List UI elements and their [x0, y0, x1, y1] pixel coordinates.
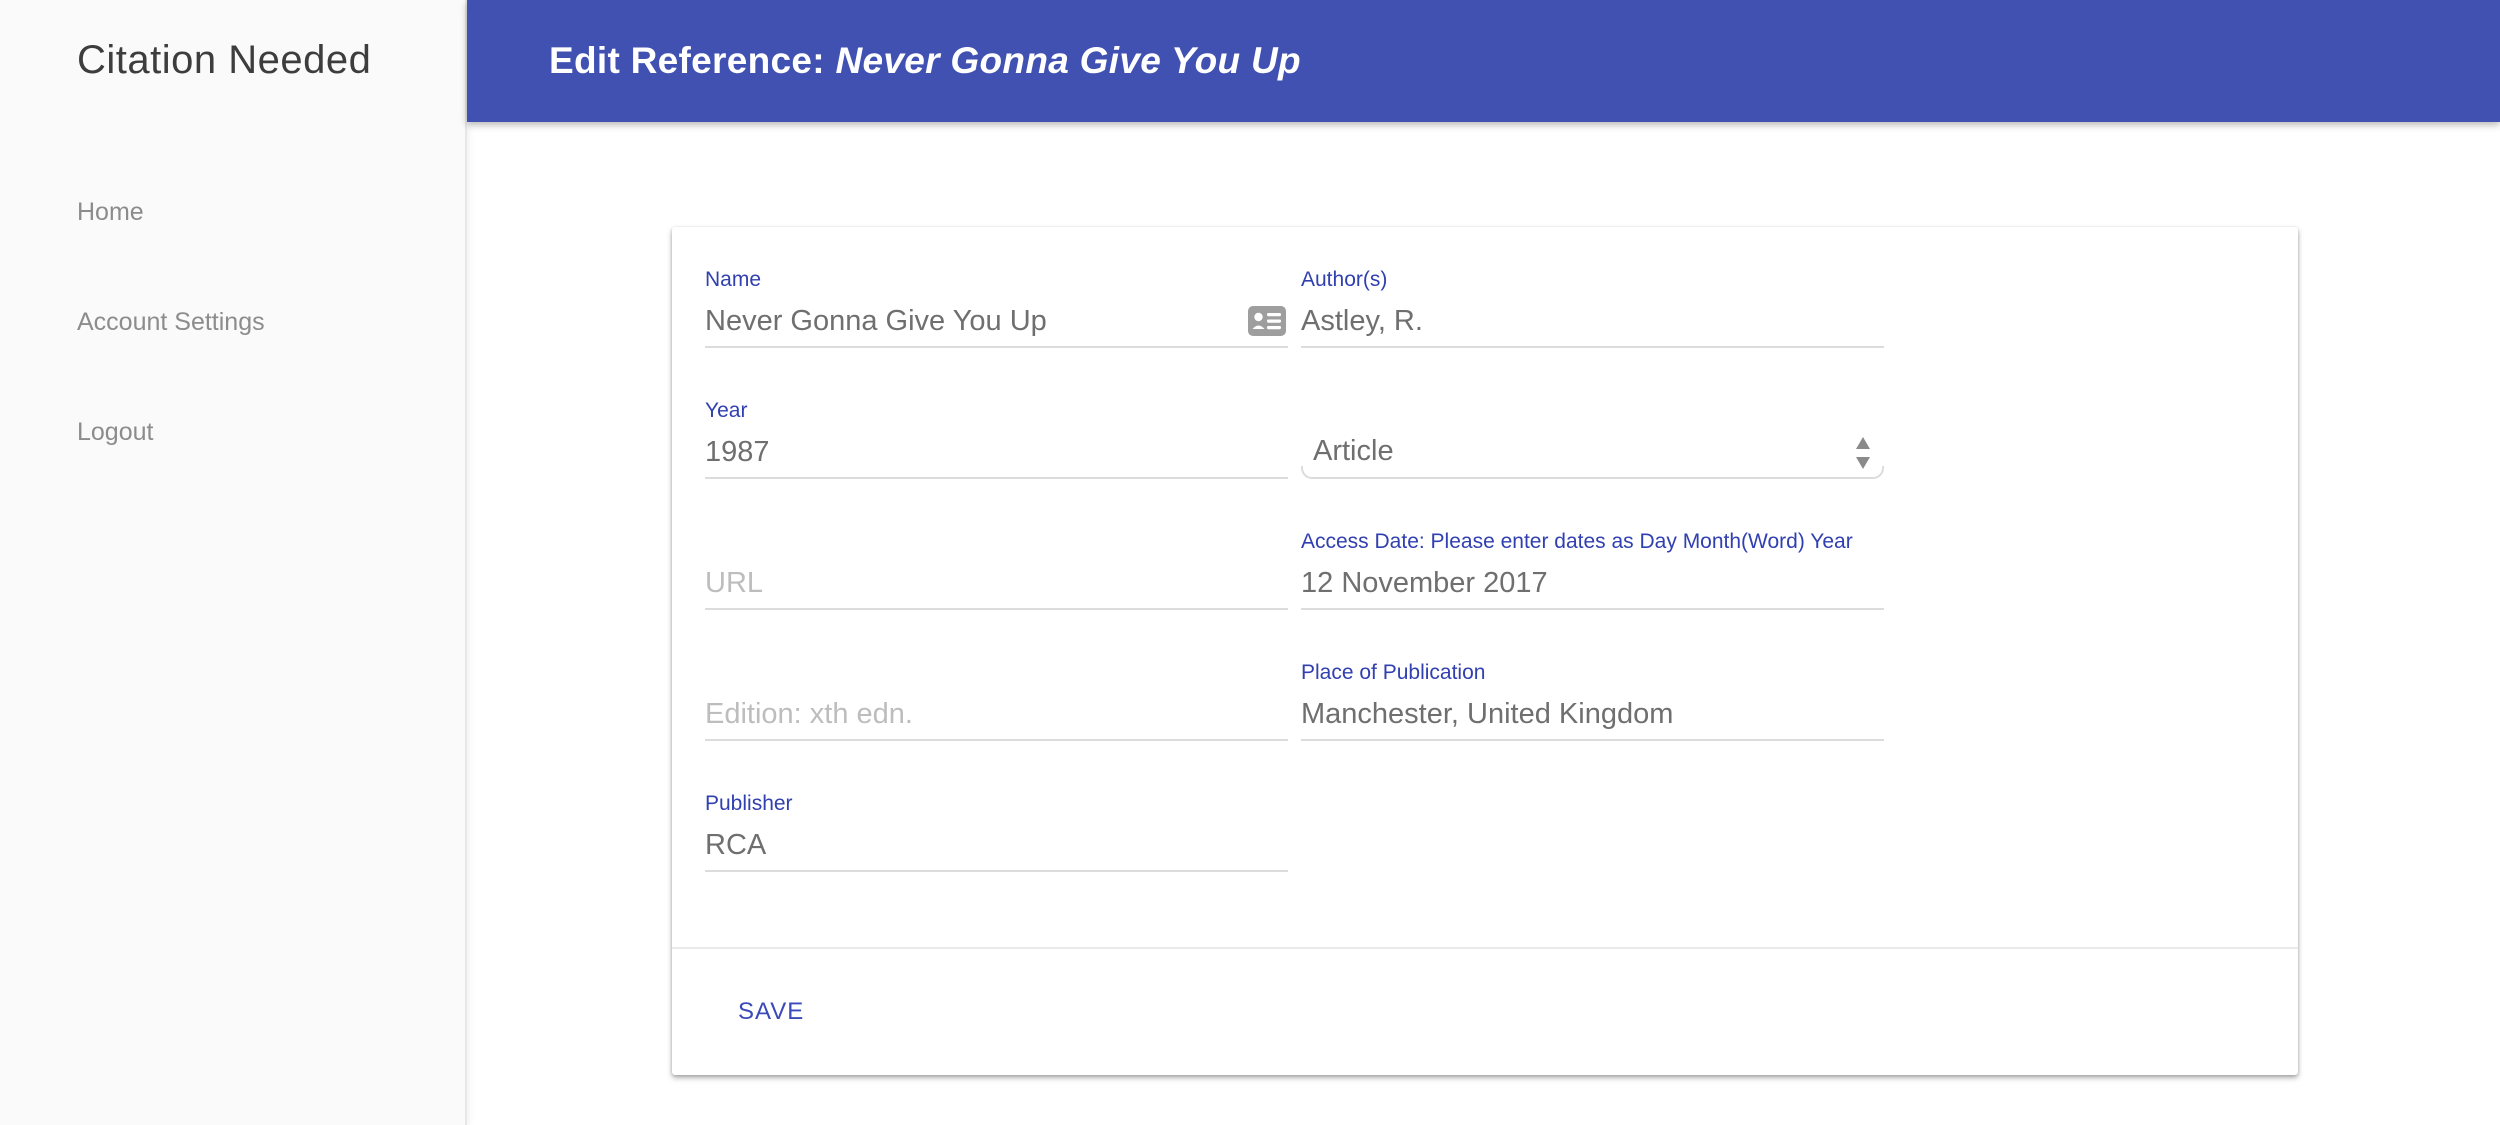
year-field-group: Year: [705, 399, 1288, 479]
save-button[interactable]: SAVE: [724, 988, 818, 1036]
url-input[interactable]: [705, 558, 1288, 610]
publisher-label: Publisher: [705, 792, 793, 815]
publisher-field-group: Publisher: [705, 792, 1288, 872]
app-title: Citation Needed: [77, 38, 372, 82]
edition-label-spacer: [705, 661, 1288, 689]
access-date-field-group: Access Date: Please enter dates as Day M…: [1301, 530, 1884, 610]
sidebar-item-home[interactable]: Home: [77, 198, 265, 226]
url-field-group: [705, 530, 1288, 610]
place-label: Place of Publication: [1301, 661, 1486, 684]
year-input[interactable]: [705, 427, 1288, 479]
access-date-label: Access Date: Please enter dates as Day M…: [1301, 530, 1853, 553]
authors-input[interactable]: [1301, 296, 1884, 348]
authors-field-group: Author(s): [1301, 268, 1884, 348]
place-input[interactable]: [1301, 689, 1884, 741]
access-date-input[interactable]: [1301, 558, 1884, 610]
contact-card-icon: [1248, 306, 1286, 336]
page-title: Edit Reference: Never Gonna Give You Up: [549, 40, 1301, 82]
type-select[interactable]: Article: [1301, 427, 1884, 479]
type-label-spacer: [1301, 399, 1884, 427]
page-title-reference: Never Gonna Give You Up: [835, 40, 1301, 81]
name-label: Name: [705, 268, 762, 291]
reference-edit-card: Name Author(s) Year: [672, 227, 2298, 1075]
year-label: Year: [705, 399, 748, 422]
edition-field-group: [705, 661, 1288, 741]
type-select-value: Article: [1313, 435, 1394, 467]
page-title-prefix: Edit Reference:: [549, 40, 836, 81]
sidebar-item-account-settings[interactable]: Account Settings: [77, 308, 265, 336]
empty-cell: [1301, 792, 1884, 872]
app-bar: Edit Reference: Never Gonna Give You Up: [467, 0, 2500, 122]
card-footer: SAVE: [672, 947, 2298, 1075]
sidebar: Citation Needed Home Account Settings Lo…: [0, 0, 467, 1125]
url-label-spacer: [705, 530, 1288, 558]
edition-input[interactable]: [705, 689, 1288, 741]
sidebar-nav: Home Account Settings Logout: [77, 198, 265, 528]
type-field-group: Article: [1301, 399, 1884, 479]
reference-form: Name Author(s) Year: [705, 268, 1884, 872]
name-field-group: Name: [705, 268, 1288, 348]
publisher-input[interactable]: [705, 820, 1288, 872]
place-field-group: Place of Publication: [1301, 661, 1884, 741]
name-input[interactable]: [705, 296, 1288, 348]
sidebar-item-logout[interactable]: Logout: [77, 418, 265, 446]
authors-label: Author(s): [1301, 268, 1388, 291]
